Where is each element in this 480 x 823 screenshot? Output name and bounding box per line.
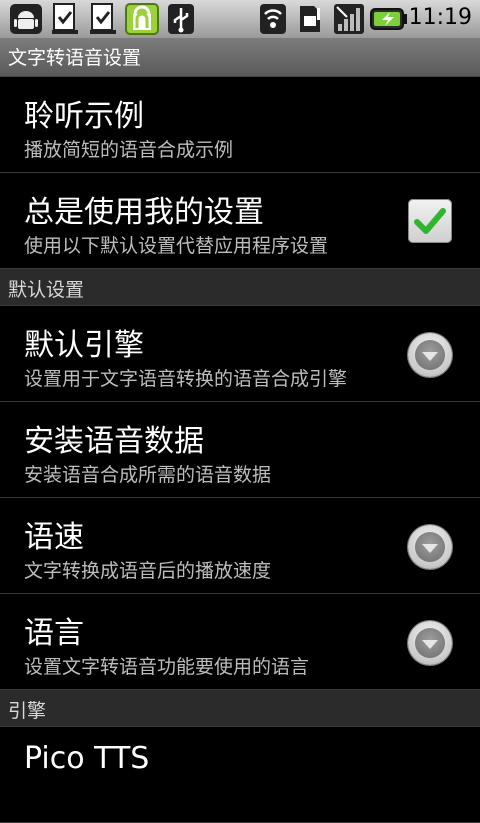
sim-card-icon [300, 6, 320, 32]
battery-charging-icon [370, 8, 407, 30]
language-dropdown-icon[interactable] [408, 621, 452, 665]
install-voice-data-title: 安装语音数据 [24, 424, 204, 459]
default-engine-summary: 设置用于文字语音转换的语音合成引擎 [24, 368, 348, 390]
sd-card-download-icon [90, 3, 116, 34]
signal-bars-icon [334, 4, 364, 34]
install-voice-data-item[interactable]: 安装语音数据 安装语音合成所需的语音数据 [0, 402, 480, 498]
section-header-engines: 引擎 [0, 690, 480, 727]
usb-icon [168, 4, 194, 34]
speech-rate-item[interactable]: 语速 文字转换成语音后的播放速度 [0, 498, 480, 594]
checkmark-icon [414, 208, 446, 234]
title-bar: 文字转语音设置 [0, 38, 480, 77]
pico-tts-item[interactable]: Pico TTS [0, 727, 480, 823]
section-label-defaults: 默认设置 [8, 279, 85, 301]
wifi-icon [260, 4, 286, 34]
speech-rate-title: 语速 [24, 520, 84, 555]
settings-list: 聆听示例 播放简短的语音合成示例 总是使用我的设置 使用以下默认设置代替应用程序… [0, 77, 480, 823]
chevron-down-icon [422, 640, 438, 649]
always-use-my-settings-title: 总是使用我的设置 [24, 195, 264, 230]
default-engine-dropdown-icon[interactable] [408, 333, 452, 377]
listen-example-summary: 播放简短的语音合成示例 [24, 139, 234, 161]
section-label-engines: 引擎 [8, 700, 47, 722]
chevron-down-icon [422, 544, 438, 553]
language-summary: 设置文字转语音功能要使用的语言 [24, 656, 310, 678]
default-engine-title: 默认引擎 [24, 328, 144, 363]
chevron-down-icon [422, 352, 438, 361]
sd-card-download-icon [52, 3, 78, 34]
default-engine-item[interactable]: 默认引擎 设置用于文字语音转换的语音合成引擎 [0, 306, 480, 402]
speech-rate-dropdown-icon[interactable] [408, 525, 452, 569]
speech-rate-summary: 文字转换成语音后的播放速度 [24, 560, 272, 582]
always-use-my-settings-item[interactable]: 总是使用我的设置 使用以下默认设置代替应用程序设置 [0, 173, 480, 269]
status-bar: 11:19 [0, 0, 480, 38]
install-voice-data-summary: 安装语音合成所需的语音数据 [24, 464, 272, 486]
listen-example-title: 聆听示例 [24, 99, 144, 134]
language-title: 语言 [24, 616, 84, 651]
section-header-defaults: 默认设置 [0, 269, 480, 306]
language-item[interactable]: 语言 设置文字转语音功能要使用的语言 [0, 594, 480, 690]
android-debug-icon [10, 4, 42, 34]
status-clock: 11:19 [408, 5, 472, 30]
always-use-my-settings-summary: 使用以下默认设置代替应用程序设置 [24, 235, 329, 257]
always-use-my-settings-checkbox[interactable] [408, 199, 452, 243]
pico-tts-title: Pico TTS [24, 741, 150, 776]
page-title: 文字转语音设置 [8, 47, 142, 69]
listen-example-item[interactable]: 聆听示例 播放简短的语音合成示例 [0, 77, 480, 173]
android-market-icon [125, 3, 159, 35]
